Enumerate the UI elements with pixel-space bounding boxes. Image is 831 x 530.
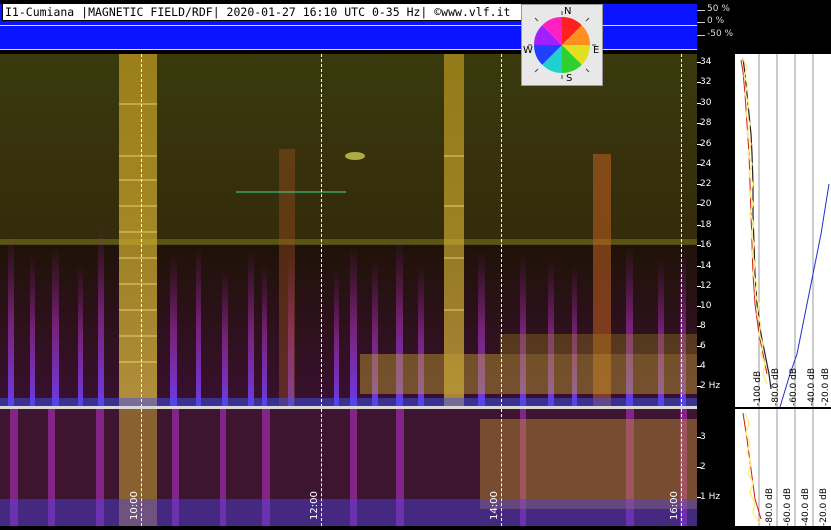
freq-label: 4: [700, 361, 706, 371]
freq-label: 10: [700, 301, 712, 311]
axis-label: -50 %: [707, 29, 734, 39]
axis-tick: [697, 10, 705, 11]
axis-tick: [697, 22, 705, 23]
spectrogram-main: [0, 54, 697, 407]
axis-label: 50 %: [707, 4, 730, 14]
time-gridline: [501, 54, 502, 407]
freq-label: 6: [700, 341, 706, 351]
db-label: -60.0 dB: [789, 367, 799, 406]
time-label: 16:00: [669, 491, 680, 520]
freq-label: 34: [700, 57, 712, 67]
db-label: -20.0 dB: [819, 487, 829, 526]
page-title: I1-Cumiana |MAGNETIC FIELD/RDF| 2020-01-…: [2, 3, 522, 21]
freq-label: 14: [700, 261, 712, 271]
time-gridline: [501, 409, 502, 526]
spectrum-plot-low: -80.0 dB -60.0 dB -40.0 dB -20.0 dB: [735, 409, 831, 526]
compass-s: S: [566, 73, 573, 84]
db-label: -40.0 dB: [801, 487, 811, 526]
time-gridline: [141, 54, 142, 407]
db-label: -40.0 dB: [807, 367, 817, 406]
freq-label: 2: [700, 462, 706, 472]
spectrogram-image: [0, 54, 697, 407]
polarization-axis: 50 % 0 % -50 %: [697, 0, 831, 52]
freq-label: 3: [700, 432, 706, 442]
freq-label: 18: [700, 220, 712, 230]
time-gridline: [141, 409, 142, 526]
freq-label: 16: [700, 240, 712, 250]
freq-label: 1 Hz: [700, 492, 721, 502]
spectrum-graph: [740, 54, 830, 408]
spectrum-plot: -100 dB -80.0 dB -60.0 dB -40.0 dB -20.0…: [735, 54, 831, 408]
freq-label: 20: [700, 199, 712, 209]
spectrogram-low: [0, 409, 697, 526]
compass-e: E: [593, 45, 600, 56]
freq-label: 32: [700, 77, 712, 87]
compass-w: W: [523, 45, 533, 56]
freq-label: 24: [700, 159, 712, 169]
freq-label: 2 Hz: [700, 381, 721, 391]
compass-rose-icon: [528, 11, 596, 79]
db-label: -60.0 dB: [783, 487, 793, 526]
db-label: -20.0 dB: [821, 367, 831, 406]
db-label: -100 dB: [753, 370, 763, 406]
compass-n: N: [564, 6, 572, 17]
time-gridline: [321, 409, 322, 526]
time-gridline: [681, 409, 682, 526]
time-label: 10:00: [129, 491, 140, 520]
freq-label: 26: [700, 139, 712, 149]
vlf-spectrogram-screen: I1-Cumiana |MAGNETIC FIELD/RDF| 2020-01-…: [0, 0, 831, 529]
time-label: 12:00: [309, 491, 320, 520]
freq-label: 22: [700, 179, 712, 189]
time-gridline: [321, 54, 322, 407]
spectrogram-low-image: [0, 409, 697, 526]
frequency-axis: 34 32 30 28 26 24 22 20 18 16 14 12 10 8…: [697, 54, 735, 526]
time-label: 14:00: [489, 491, 500, 520]
direction-compass: N E S W: [521, 4, 603, 86]
axis-tick: [697, 35, 705, 36]
freq-label: 28: [700, 118, 712, 128]
db-label: -80.0 dB: [765, 487, 775, 526]
freq-label: 30: [700, 98, 712, 108]
freq-label: 12: [700, 281, 712, 291]
db-label: -80.0 dB: [771, 367, 781, 406]
axis-label: 0 %: [707, 16, 725, 26]
time-gridline: [681, 54, 682, 407]
freq-label: 8: [700, 321, 706, 331]
